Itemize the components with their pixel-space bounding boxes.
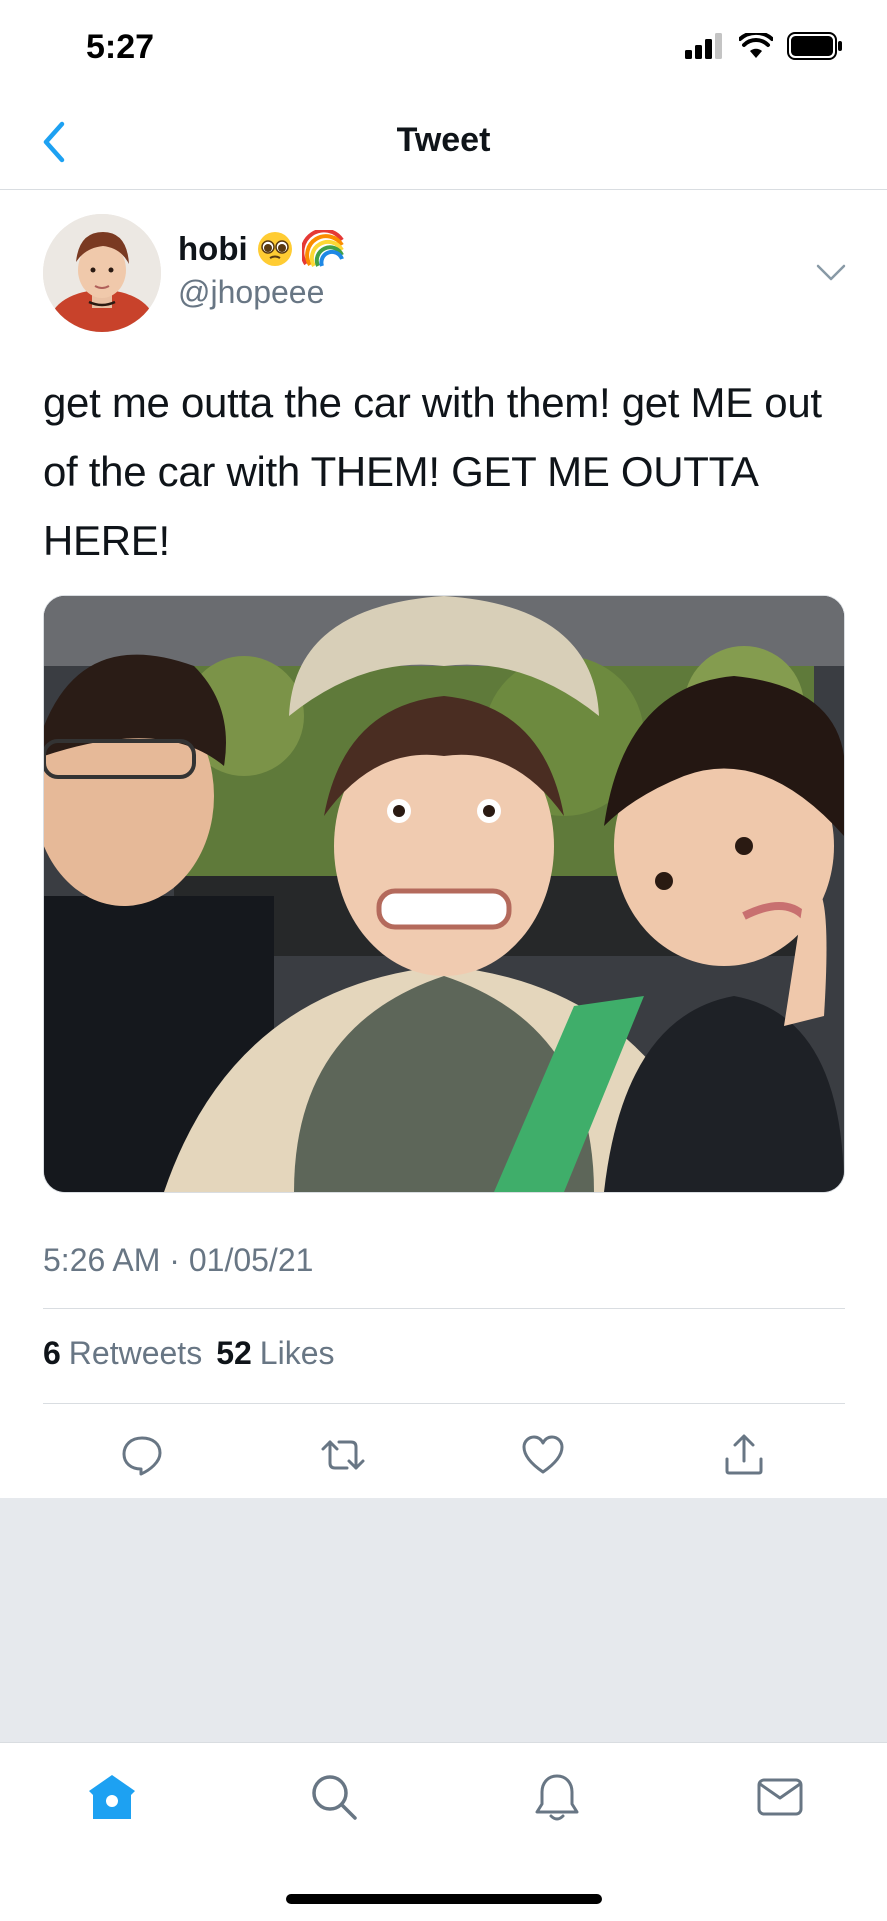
- status-time: 5:27: [86, 28, 155, 66]
- cellular-signal-icon: [685, 33, 722, 59]
- share-icon: [725, 1434, 763, 1475]
- tab-search[interactable]: [304, 1767, 364, 1827]
- avatar[interactable]: [43, 214, 161, 332]
- like-label: Likes: [259, 1335, 335, 1371]
- divider: [43, 1403, 845, 1404]
- tab-messages[interactable]: [750, 1767, 810, 1827]
- tab-home[interactable]: [82, 1767, 142, 1827]
- empty-replies-area: [0, 1498, 887, 1742]
- wifi-icon: [739, 33, 773, 58]
- like-icon: [522, 1435, 564, 1474]
- battery-icon: [787, 32, 842, 60]
- status-icons: [685, 32, 843, 60]
- retweet-label: Retweets: [68, 1335, 203, 1371]
- divider: [43, 1308, 845, 1309]
- tweet-actions: [0, 1425, 887, 1485]
- tab-bar: [0, 1742, 887, 1921]
- home-indicator: [286, 1894, 602, 1904]
- tweet-detail: hobi @jhopeee get me outta the car with …: [0, 190, 887, 1498]
- tweet-stats: 6 Retweets 52 Likes: [43, 1335, 334, 1372]
- like-count: 52: [216, 1335, 252, 1371]
- rainbow-emoji: [301, 230, 344, 267]
- status-bar: 5:27: [0, 0, 887, 95]
- likes-stat[interactable]: 52 Likes: [216, 1335, 334, 1372]
- reply-icon: [122, 1436, 162, 1476]
- retweet-count: 6: [43, 1335, 61, 1371]
- display-name[interactable]: hobi: [178, 230, 346, 268]
- home-icon: [89, 1775, 135, 1819]
- page-title: Tweet: [396, 121, 491, 159]
- retweets-stat[interactable]: 6 Retweets: [43, 1335, 202, 1372]
- retweet-button[interactable]: [313, 1425, 373, 1485]
- reply-button[interactable]: [112, 1425, 172, 1485]
- notifications-icon: [535, 1774, 579, 1821]
- photo-car-selfie: [44, 596, 844, 1192]
- share-button[interactable]: [714, 1425, 774, 1485]
- tweet-text: get me outta the car with them! get ME o…: [43, 379, 822, 564]
- tweet-timestamp: 5:26 AM · 01/05/21: [43, 1242, 314, 1278]
- search-icon: [312, 1775, 357, 1820]
- chevron-down-icon[interactable]: [814, 260, 848, 286]
- tab-notifications[interactable]: [527, 1767, 587, 1827]
- pleading-face-emoji: [257, 232, 292, 266]
- like-button[interactable]: [513, 1425, 573, 1485]
- retweet-icon: [321, 1440, 365, 1470]
- avatar-image: [43, 214, 161, 332]
- nav-bar: Tweet: [0, 95, 887, 190]
- display-name-text: hobi: [178, 230, 248, 267]
- messages-icon: [757, 1778, 803, 1816]
- user-handle[interactable]: @jhopeee: [178, 274, 324, 311]
- tweet-photo[interactable]: [43, 595, 845, 1193]
